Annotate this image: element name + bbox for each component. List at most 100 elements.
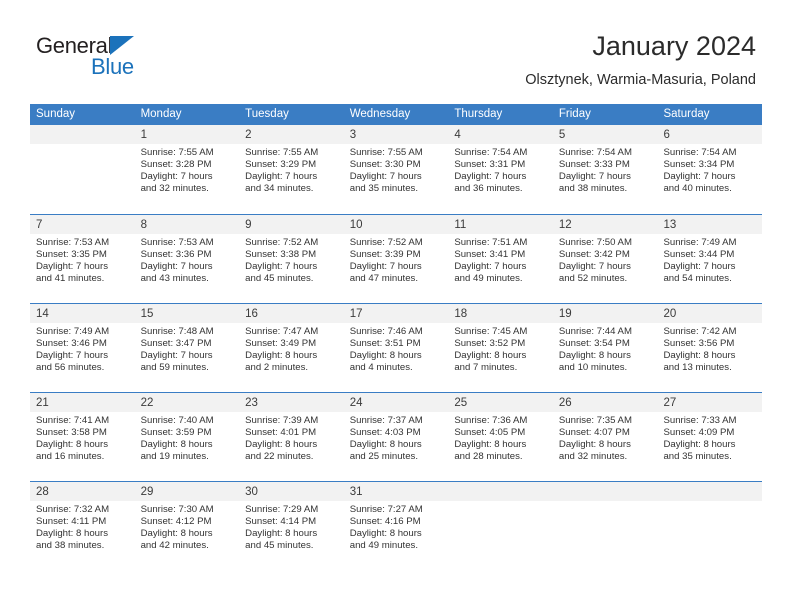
general-blue-logo[interactable]: General Blue (36, 33, 236, 85)
day-cell[interactable]: 19 Sunrise: 7:44 AM Sunset: 3:54 PM Dayl… (552, 304, 658, 392)
sunrise-text: Sunrise: 7:54 AM (663, 147, 737, 158)
daylight-text-line2: and 35 minutes. (349, 183, 419, 195)
weekday-header-thursday: Thursday (454, 108, 503, 120)
daylight-text-line2: and 22 minutes. (245, 451, 314, 463)
daylight-text-line1: Daylight: 7 hours (558, 261, 631, 273)
day-number (448, 482, 553, 501)
day-details: Sunrise: 7:44 AM Sunset: 3:54 PM Dayligh… (553, 323, 658, 374)
sunset-text: Sunset: 4:16 PM (349, 516, 421, 528)
day-cell[interactable]: 15 Sunrise: 7:48 AM Sunset: 3:47 PM Dayl… (134, 304, 240, 392)
day-cell[interactable]: 1 Sunrise: 7:55 AM Sunset: 3:28 PM Dayli… (134, 125, 240, 214)
day-cell[interactable]: 17 Sunrise: 7:46 AM Sunset: 3:51 PM Dayl… (343, 304, 449, 392)
day-cell[interactable]: 22 Sunrise: 7:40 AM Sunset: 3:59 PM Dayl… (134, 393, 240, 481)
sunrise-text: Sunrise: 7:49 AM (663, 237, 737, 248)
sunrise-text: Sunrise: 7:55 AM (245, 147, 319, 158)
day-cell[interactable]: 6 Sunrise: 7:54 AM Sunset: 3:34 PM Dayli… (657, 125, 763, 214)
daylight-text-line1: Daylight: 7 hours (454, 261, 527, 273)
day-cell[interactable]: 27 Sunrise: 7:33 AM Sunset: 4:09 PM Dayl… (657, 393, 763, 481)
day-cell[interactable]: 26 Sunrise: 7:35 AM Sunset: 4:07 PM Dayl… (552, 393, 658, 481)
day-number: 8 (134, 215, 240, 234)
daylight-text-line2: and 43 minutes. (140, 273, 209, 285)
calendar-week-row: 21 Sunrise: 7:41 AM Sunset: 3:58 PM Dayl… (30, 392, 763, 481)
daylight-text-line2: and 36 minutes. (454, 183, 523, 195)
sunrise-text: Sunrise: 7:41 AM (36, 415, 110, 426)
sunset-text: Sunset: 3:39 PM (349, 249, 421, 261)
day-cell[interactable]: 20 Sunrise: 7:42 AM Sunset: 3:56 PM Dayl… (657, 304, 763, 392)
daylight-text-line1: Daylight: 8 hours (663, 439, 736, 451)
daylight-text-line1: Daylight: 8 hours (245, 439, 318, 451)
daylight-text-line2: and 34 minutes. (245, 183, 314, 195)
daylight-text-line2: and 38 minutes. (36, 540, 105, 552)
day-cell[interactable]: 2 Sunrise: 7:55 AM Sunset: 3:29 PM Dayli… (239, 125, 344, 214)
daylight-text-line1: Daylight: 8 hours (349, 350, 422, 362)
day-details: Sunrise: 7:32 AM Sunset: 4:11 PM Dayligh… (30, 501, 135, 552)
weekday-header-row: Sunday Monday Tuesday Wednesday Thursday… (30, 104, 762, 125)
day-cell[interactable]: 9 Sunrise: 7:52 AM Sunset: 3:38 PM Dayli… (239, 215, 344, 303)
day-number: 28 (30, 482, 135, 501)
day-cell[interactable]: 8 Sunrise: 7:53 AM Sunset: 3:36 PM Dayli… (134, 215, 240, 303)
weekday-header-monday: Monday (140, 108, 182, 120)
daylight-text-line2: and 49 minutes. (349, 540, 419, 552)
day-cell[interactable]: 28 Sunrise: 7:32 AM Sunset: 4:11 PM Dayl… (30, 482, 135, 570)
sunrise-text: Sunrise: 7:54 AM (454, 147, 528, 158)
day-cell[interactable]: 14 Sunrise: 7:49 AM Sunset: 3:46 PM Dayl… (30, 304, 135, 392)
daylight-text-line2: and 2 minutes. (245, 362, 309, 374)
day-details: Sunrise: 7:46 AM Sunset: 3:51 PM Dayligh… (344, 323, 449, 374)
day-cell[interactable]: 18 Sunrise: 7:45 AM Sunset: 3:52 PM Dayl… (448, 304, 553, 392)
day-cell[interactable]: 11 Sunrise: 7:51 AM Sunset: 3:41 PM Dayl… (448, 215, 553, 303)
day-details: Sunrise: 7:50 AM Sunset: 3:42 PM Dayligh… (553, 234, 658, 285)
daylight-text-line2: and 7 minutes. (454, 362, 518, 374)
daylight-text-line2: and 10 minutes. (558, 362, 628, 374)
sunset-text: Sunset: 3:54 PM (558, 338, 630, 350)
day-cell[interactable]: 25 Sunrise: 7:36 AM Sunset: 4:05 PM Dayl… (448, 393, 553, 481)
day-cell[interactable]: 24 Sunrise: 7:37 AM Sunset: 4:03 PM Dayl… (343, 393, 449, 481)
sunrise-text: Sunrise: 7:45 AM (454, 326, 528, 337)
day-details: Sunrise: 7:27 AM Sunset: 4:16 PM Dayligh… (344, 501, 449, 552)
day-cell[interactable]: 4 Sunrise: 7:54 AM Sunset: 3:31 PM Dayli… (448, 125, 553, 214)
day-cell[interactable]: 10 Sunrise: 7:52 AM Sunset: 3:39 PM Dayl… (343, 215, 449, 303)
day-cell[interactable]: 7 Sunrise: 7:53 AM Sunset: 3:35 PM Dayli… (30, 215, 135, 303)
sunrise-text: Sunrise: 7:49 AM (36, 326, 110, 337)
daylight-text-line1: Daylight: 7 hours (36, 261, 108, 273)
day-number: 15 (134, 304, 240, 323)
daylight-text-line1: Daylight: 8 hours (36, 528, 108, 540)
day-cell[interactable]: 29 Sunrise: 7:30 AM Sunset: 4:12 PM Dayl… (134, 482, 240, 570)
day-cell[interactable]: 31 Sunrise: 7:27 AM Sunset: 4:16 PM Dayl… (343, 482, 449, 570)
calendar-week-row: 7 Sunrise: 7:53 AM Sunset: 3:35 PM Dayli… (30, 214, 763, 303)
day-number: 18 (448, 304, 553, 323)
logo-text-blue: Blue (91, 54, 134, 79)
day-cell[interactable]: 13 Sunrise: 7:49 AM Sunset: 3:44 PM Dayl… (657, 215, 763, 303)
sunrise-text: Sunrise: 7:54 AM (558, 147, 632, 158)
daylight-text-line2: and 13 minutes. (663, 362, 732, 374)
day-cell[interactable]: 23 Sunrise: 7:39 AM Sunset: 4:01 PM Dayl… (239, 393, 344, 481)
sunset-text: Sunset: 3:46 PM (36, 338, 107, 350)
day-details: Sunrise: 7:55 AM Sunset: 3:29 PM Dayligh… (239, 144, 344, 195)
day-cell[interactable]: 3 Sunrise: 7:55 AM Sunset: 3:30 PM Dayli… (343, 125, 449, 214)
weekday-header-saturday: Saturday (663, 108, 710, 120)
page-title: January 2024 (592, 31, 756, 61)
daylight-text-line1: Daylight: 8 hours (454, 350, 527, 362)
daylight-text-line1: Daylight: 7 hours (349, 261, 422, 273)
day-cell[interactable]: 16 Sunrise: 7:47 AM Sunset: 3:49 PM Dayl… (239, 304, 344, 392)
day-details: Sunrise: 7:36 AM Sunset: 4:05 PM Dayligh… (448, 412, 553, 463)
day-number: 17 (343, 304, 449, 323)
day-cell[interactable]: 12 Sunrise: 7:50 AM Sunset: 3:42 PM Dayl… (552, 215, 658, 303)
day-cell[interactable]: 30 Sunrise: 7:29 AM Sunset: 4:14 PM Dayl… (239, 482, 344, 570)
daylight-text-line2: and 45 minutes. (245, 273, 314, 285)
daylight-text-line2: and 42 minutes. (140, 540, 209, 552)
day-details: Sunrise: 7:54 AM Sunset: 3:31 PM Dayligh… (448, 144, 553, 195)
sunrise-text: Sunrise: 7:48 AM (140, 326, 214, 337)
sunset-text: Sunset: 3:56 PM (663, 338, 735, 350)
daylight-text-line1: Daylight: 8 hours (558, 439, 631, 451)
day-number (30, 125, 135, 144)
day-details: Sunrise: 7:41 AM Sunset: 3:58 PM Dayligh… (30, 412, 135, 463)
day-cell[interactable]: 21 Sunrise: 7:41 AM Sunset: 3:58 PM Dayl… (30, 393, 135, 481)
day-details: Sunrise: 7:42 AM Sunset: 3:56 PM Dayligh… (657, 323, 762, 374)
sunrise-text: Sunrise: 7:52 AM (349, 237, 423, 248)
sunrise-text: Sunrise: 7:51 AM (454, 237, 528, 248)
day-number: 25 (448, 393, 553, 412)
sunset-text: Sunset: 3:28 PM (140, 159, 212, 171)
day-number: 1 (134, 125, 240, 144)
sunset-text: Sunset: 4:11 PM (36, 516, 107, 528)
day-cell[interactable]: 5 Sunrise: 7:54 AM Sunset: 3:33 PM Dayli… (552, 125, 658, 214)
